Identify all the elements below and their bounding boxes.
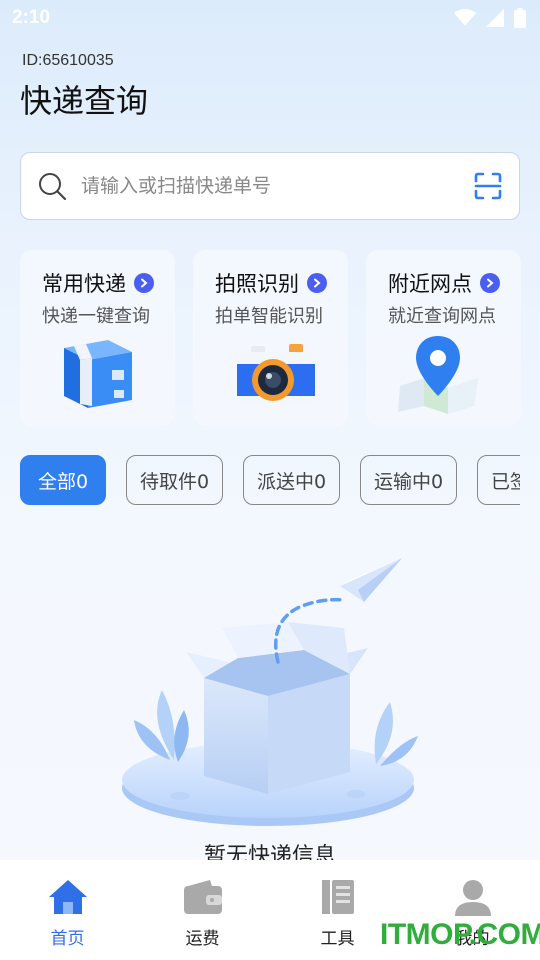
filter-all[interactable]: 全部0 [20, 455, 106, 505]
camera-icon [237, 344, 315, 404]
search-bar[interactable] [20, 152, 520, 220]
tools-icon [321, 880, 354, 914]
card-title-row: 常用快递 [42, 268, 154, 298]
user-id: ID:65610035 [22, 52, 114, 69]
chevron-right-icon [480, 273, 500, 293]
tab-label: 首页 [50, 929, 85, 949]
signal-icon [486, 9, 504, 27]
wifi-icon [454, 9, 476, 26]
wallet-icon [183, 880, 222, 914]
card-subtitle: 拍单智能识别 [215, 306, 323, 327]
home-icon [48, 880, 87, 914]
card-nearby-outlets[interactable]: 附近网点 就近查询网点 [366, 250, 521, 426]
search-input[interactable] [81, 175, 473, 197]
scan-icon[interactable] [473, 171, 503, 201]
status-filter-tabs: 全部0 待取件0 派送中0 运输中0 已签收0 [20, 455, 520, 505]
page-title: 快递查询 [20, 82, 149, 120]
watermark-logo: ITMOP.COM [380, 918, 540, 951]
tab-freight[interactable]: 运费 [135, 860, 270, 960]
search-icon [39, 173, 67, 201]
card-title: 拍照识别 [215, 272, 299, 296]
card-title-row: 拍照识别 [215, 268, 327, 298]
battery-icon [514, 8, 526, 28]
status-icons [454, 8, 526, 28]
tab-home[interactable]: 首页 [0, 860, 135, 960]
empty-box-illustration [122, 558, 418, 826]
card-common-express[interactable]: 常用快递 快递一键查询 [20, 250, 175, 426]
filter-in-transit[interactable]: 运输中0 [360, 455, 457, 505]
package-box-icon [64, 340, 132, 408]
chevron-right-icon [134, 273, 154, 293]
card-title: 附近网点 [388, 272, 472, 296]
filter-signed[interactable]: 已签收0 [477, 455, 520, 505]
filter-delivering[interactable]: 派送中0 [243, 455, 340, 505]
card-subtitle: 就近查询网点 [388, 306, 496, 327]
card-title: 常用快递 [42, 272, 126, 296]
profile-icon [454, 880, 491, 916]
chevron-right-icon [307, 273, 327, 293]
feature-cards: 常用快递 快递一键查询 拍照识别 拍单智能识别 附近网点 就近查询网点 [20, 250, 540, 426]
card-photo-recognition[interactable]: 拍照识别 拍单智能识别 [193, 250, 348, 426]
status-bar: 2:10 [0, 0, 540, 36]
card-title-row: 附近网点 [388, 268, 500, 298]
filter-pending-pickup[interactable]: 待取件0 [126, 455, 223, 505]
card-subtitle: 快递一键查询 [42, 306, 150, 327]
tab-label: 运费 [185, 929, 220, 949]
map-pin-icon [398, 336, 478, 414]
status-time: 2:10 [12, 7, 51, 28]
